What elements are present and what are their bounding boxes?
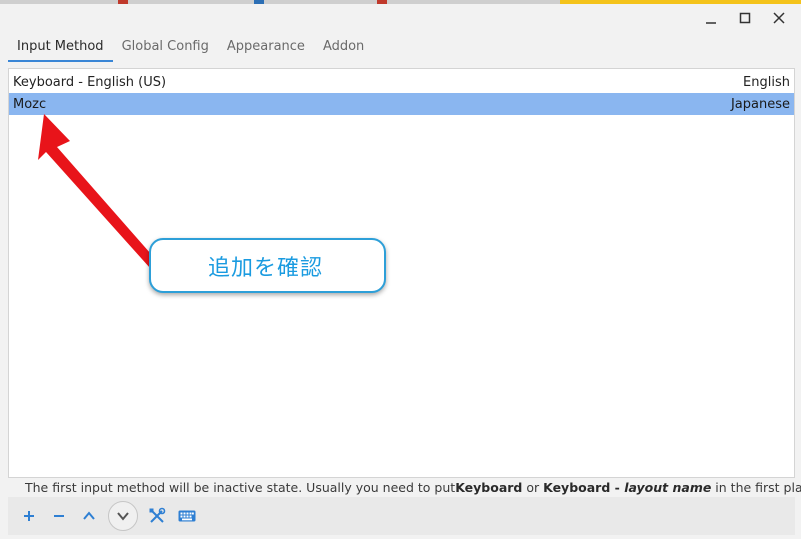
input-method-name: Keyboard - English (US) bbox=[13, 74, 167, 90]
window-controls bbox=[697, 8, 793, 28]
tab-appearance[interactable]: Appearance bbox=[218, 36, 314, 62]
plus-icon bbox=[24, 511, 34, 521]
chevron-up-icon bbox=[83, 511, 95, 520]
info-text-bold2: Keyboard - bbox=[543, 479, 625, 495]
chevron-down-icon bbox=[117, 512, 129, 521]
info-text-italic: layout name bbox=[624, 479, 712, 495]
annotation-callout: 追加を確認 bbox=[149, 238, 386, 293]
move-down-button[interactable] bbox=[108, 501, 138, 531]
input-method-name: Mozc bbox=[13, 96, 47, 112]
input-method-row-mozc[interactable]: Mozc Japanese bbox=[9, 93, 794, 115]
minus-icon bbox=[54, 515, 64, 517]
minimize-button[interactable] bbox=[697, 8, 725, 28]
input-method-language: English bbox=[743, 74, 790, 90]
info-message: The first input method will be inactive … bbox=[6, 478, 801, 496]
info-text-part3: in the first place. bbox=[715, 479, 801, 495]
tab-input-method[interactable]: Input Method bbox=[8, 36, 113, 62]
input-method-row-keyboard-english[interactable]: Keyboard - English (US) English bbox=[9, 71, 794, 93]
tab-global-config[interactable]: Global Config bbox=[113, 36, 218, 62]
info-text-part2: or bbox=[522, 479, 544, 495]
maximize-button[interactable] bbox=[731, 8, 759, 28]
info-text-bold1: Keyboard bbox=[455, 479, 523, 495]
configure-button[interactable] bbox=[146, 505, 168, 527]
minimize-icon bbox=[706, 22, 716, 24]
info-text-part1: The first input method will be inactive … bbox=[25, 479, 456, 495]
tools-icon bbox=[149, 507, 166, 523]
tab-addon[interactable]: Addon bbox=[314, 36, 373, 62]
close-button[interactable] bbox=[765, 8, 793, 28]
top-edge-strip bbox=[0, 0, 801, 4]
callout-text: 追加を確認 bbox=[207, 255, 323, 281]
close-icon bbox=[773, 12, 785, 24]
input-method-list: Keyboard - English (US) English Mozc Jap… bbox=[8, 68, 795, 478]
add-input-method-button[interactable] bbox=[18, 505, 40, 527]
remove-input-method-button[interactable] bbox=[48, 505, 70, 527]
tab-bar: Input Method Global Config Appearance Ad… bbox=[8, 36, 373, 62]
bottom-toolbar bbox=[8, 497, 795, 535]
keyboard-layout-button[interactable] bbox=[176, 505, 198, 527]
move-up-button[interactable] bbox=[78, 505, 100, 527]
input-method-language: Japanese bbox=[730, 96, 790, 112]
maximize-icon bbox=[739, 12, 751, 24]
keyboard-icon bbox=[178, 510, 196, 522]
